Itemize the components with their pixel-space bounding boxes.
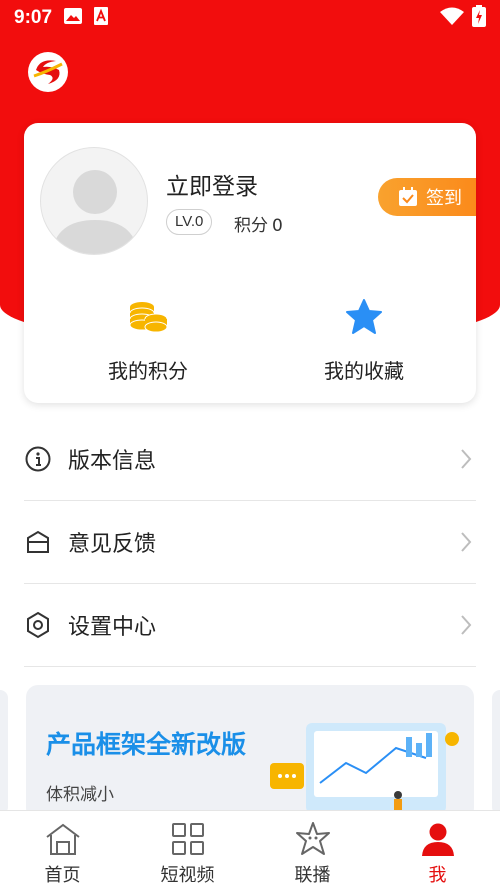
settings-menu: 版本信息 意见反馈 设置中心 <box>24 418 476 667</box>
coins-icon <box>48 299 248 339</box>
login-link[interactable]: 立即登录 <box>166 167 258 201</box>
star-icon <box>264 299 464 339</box>
info-icon <box>24 445 52 473</box>
calendar-check-icon <box>399 187 417 206</box>
tab-label: 我 <box>428 865 447 886</box>
menu-item-label: 意见反馈 <box>68 532 157 557</box>
battery-icon <box>472 5 486 31</box>
chevron-right-icon <box>460 531 472 557</box>
tab-short-video[interactable]: 短视频 <box>125 811 250 888</box>
chevron-right-icon <box>460 448 472 474</box>
tab-me[interactable]: 我 <box>375 811 500 888</box>
tab-label: 短视频 <box>160 865 215 886</box>
menu-item-label: 设置中心 <box>68 615 157 640</box>
text-notification-icon <box>94 7 109 29</box>
image-notification-icon <box>64 8 83 28</box>
tab-broadcast[interactable]: 联播 <box>250 811 375 888</box>
points-value: 0 <box>272 216 283 236</box>
avatar[interactable] <box>40 147 148 255</box>
tab-label: 首页 <box>44 865 81 886</box>
bottom-tab-bar: 首页 短视频 联播 我 <box>0 810 500 888</box>
my-points-label: 我的积分 <box>108 359 188 383</box>
banner-subtitle: 体积减小 <box>46 785 114 805</box>
wifi-icon <box>440 7 464 29</box>
tab-home[interactable]: 首页 <box>0 811 125 888</box>
carousel-prev-peek <box>0 690 8 815</box>
checkin-label: 签到 <box>426 188 462 209</box>
carousel-next-peek <box>492 690 500 815</box>
promo-banner[interactable]: 产品框架全新改版 体积减小 <box>26 685 474 820</box>
app-logo-icon <box>26 50 70 94</box>
menu-item-settings[interactable]: 设置中心 <box>24 584 476 667</box>
banner-title: 产品框架全新改版 <box>46 730 247 759</box>
home-icon <box>44 821 82 857</box>
profile-card: 立即登录 LV.0 积分 0 签到 我的积分 我的收藏 <box>24 123 476 403</box>
points-display: 积分 0 <box>234 211 283 236</box>
settings-icon <box>24 611 52 639</box>
banner-illustration <box>266 703 466 820</box>
menu-item-feedback[interactable]: 意见反馈 <box>24 501 476 584</box>
chevron-right-icon <box>460 614 472 640</box>
person-icon <box>420 821 456 857</box>
checkin-button[interactable]: 签到 <box>378 178 476 216</box>
level-badge: LV.0 <box>166 209 213 235</box>
points-label: 积分 <box>234 216 268 236</box>
feedback-icon <box>24 528 52 556</box>
my-favorites-label: 我的收藏 <box>324 359 404 383</box>
grid-icon <box>171 821 205 857</box>
menu-item-version-info[interactable]: 版本信息 <box>24 418 476 501</box>
my-points-button[interactable]: 我的积分 <box>48 299 248 384</box>
my-favorites-button[interactable]: 我的收藏 <box>264 299 464 384</box>
menu-item-label: 版本信息 <box>68 449 157 474</box>
status-bar: 9:07 <box>0 0 500 36</box>
status-time: 9:07 <box>14 7 53 28</box>
tab-label: 联播 <box>294 865 331 886</box>
starfish-icon <box>294 821 332 857</box>
